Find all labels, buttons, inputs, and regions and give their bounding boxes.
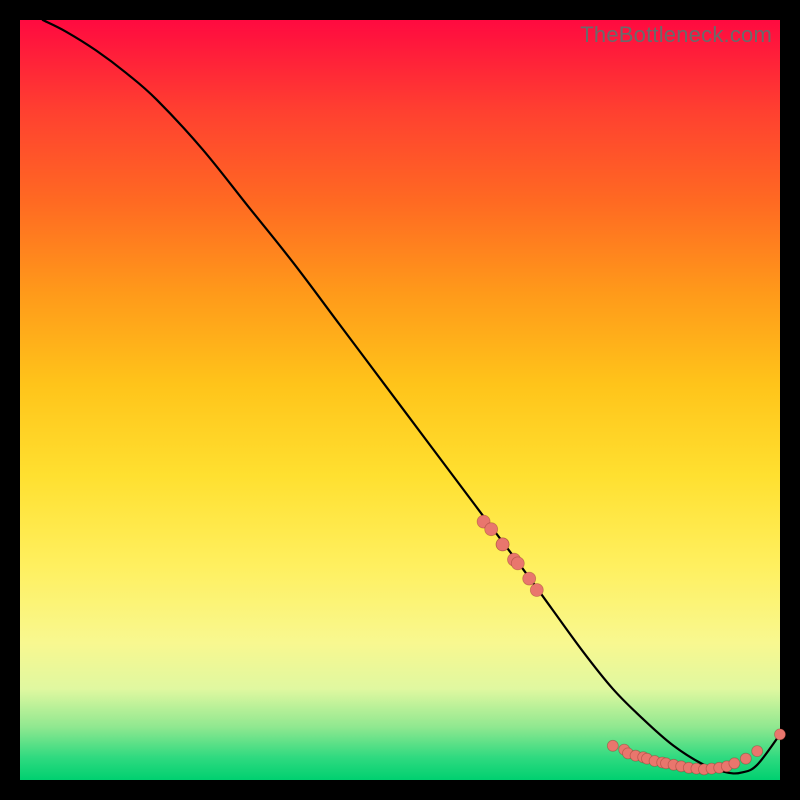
data-point <box>496 538 509 551</box>
data-point <box>775 729 786 740</box>
data-point <box>740 753 751 764</box>
scatter-upper <box>477 515 543 596</box>
data-point <box>729 758 740 769</box>
data-point <box>752 746 763 757</box>
chart-area: TheBottleneck.com <box>20 20 780 780</box>
bottleneck-curve <box>43 20 780 773</box>
data-point <box>607 740 618 751</box>
data-point <box>523 572 536 585</box>
data-point <box>485 523 498 536</box>
data-point <box>511 557 524 570</box>
scatter-lower <box>607 729 785 775</box>
chart-svg <box>20 20 780 780</box>
data-point <box>530 584 543 597</box>
